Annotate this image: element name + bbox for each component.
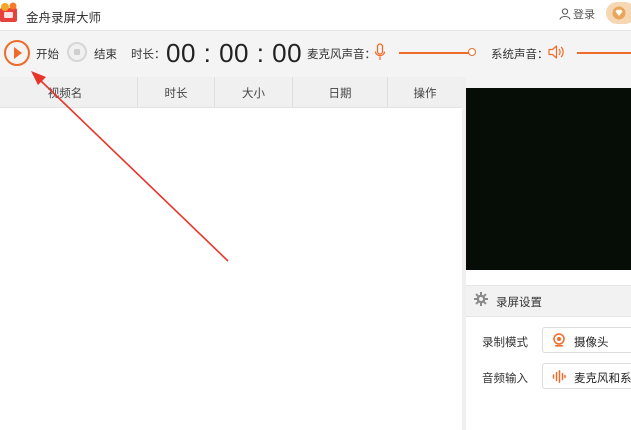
start-record-button[interactable] xyxy=(4,40,30,66)
record-mode-select[interactable]: 摄像头 xyxy=(542,327,631,353)
preview-screen xyxy=(466,88,631,270)
system-volume-slider[interactable] xyxy=(577,52,631,54)
microphone-icon[interactable] xyxy=(374,43,386,61)
mic-volume-knob[interactable] xyxy=(468,48,476,56)
settings-title: 录屏设置 xyxy=(496,297,542,309)
record-mode-label: 录制模式 xyxy=(482,337,528,349)
app-title: 金舟录屏大师 xyxy=(26,11,102,25)
app-logo-icon xyxy=(0,2,17,22)
audio-input-select[interactable]: 麦克风和系统 xyxy=(542,363,631,389)
login-label: 登录 xyxy=(573,9,595,21)
vip-button[interactable] xyxy=(606,2,631,24)
recording-list[interactable] xyxy=(0,108,462,430)
column-header-name[interactable]: 视频名 xyxy=(30,85,100,101)
stop-record-button[interactable] xyxy=(67,42,87,62)
column-header-date[interactable]: 日期 xyxy=(293,85,387,101)
user-icon xyxy=(559,8,571,20)
duration-label: 时长： xyxy=(131,49,166,61)
system-volume-label: 系统声音： xyxy=(491,49,549,61)
column-header-size[interactable]: 大小 xyxy=(215,85,292,101)
stop-label[interactable]: 结束 xyxy=(94,46,117,62)
login-link[interactable]: 登录 xyxy=(559,6,595,22)
gear-icon xyxy=(474,292,488,306)
column-header-actions[interactable]: 操作 xyxy=(388,85,462,101)
webcam-icon xyxy=(553,333,565,347)
speaker-icon[interactable] xyxy=(547,44,565,60)
start-label[interactable]: 开始 xyxy=(36,46,59,62)
timer-display: 00 : 00 : 00 xyxy=(166,38,303,68)
audio-wave-icon xyxy=(552,370,566,383)
mic-volume-label: 麦克风声音： xyxy=(307,49,376,61)
audio-input-value: 麦克风和系统 xyxy=(574,373,631,385)
record-mode-value: 摄像头 xyxy=(574,337,609,349)
vip-diamond-icon xyxy=(612,6,626,20)
settings-header xyxy=(466,285,631,317)
mic-volume-slider[interactable] xyxy=(399,52,471,54)
column-header-duration[interactable]: 时长 xyxy=(138,85,214,101)
audio-input-label: 音频输入 xyxy=(482,373,528,385)
